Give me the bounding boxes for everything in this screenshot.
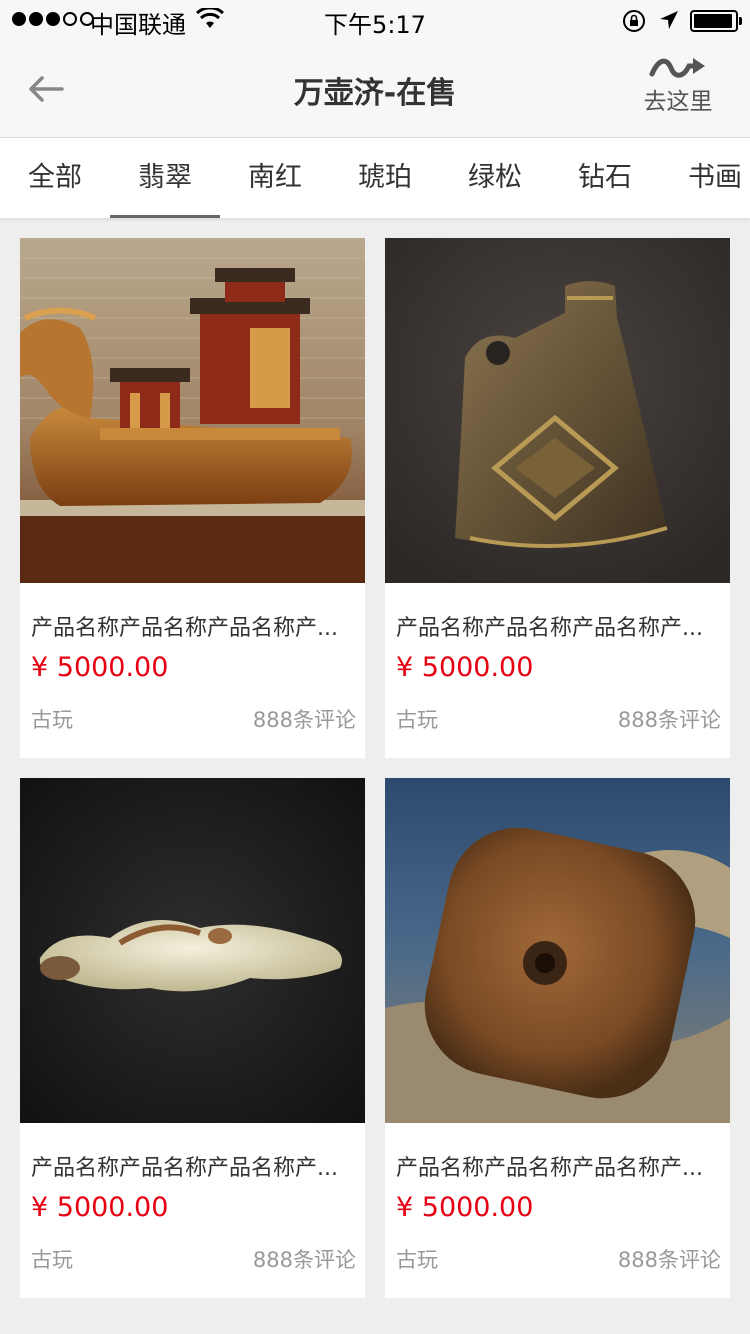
tab-jadeite[interactable]: 翡翠 [110, 138, 220, 218]
product-name: 产品名称产品名称产品名称产... [31, 1156, 338, 1181]
product-image-jade-disc [385, 778, 730, 1123]
location-arrow-icon [660, 11, 678, 29]
tab-amber[interactable]: 琥珀 [330, 138, 440, 218]
product-name: 产品名称产品名称产品名称产... [396, 616, 703, 641]
product-card[interactable]: 产品名称产品名称产品名称产... ¥ 5000.00 古玩 888条评论 [385, 778, 730, 1298]
product-category: 古玩 [396, 708, 438, 732]
product-image-bronze-flask [385, 238, 730, 583]
product-image-white-jade-bird [20, 778, 365, 1123]
navigation-bar: 万壶济-在售 去这里 [0, 40, 750, 138]
category-tabs: 全部 翡翠 南红 琥珀 绿松 钻石 书画 [0, 138, 750, 218]
product-comment-count: 888条评论 [252, 708, 356, 732]
tab-turquoise[interactable]: 绿松 [440, 138, 550, 218]
battery-icon [690, 10, 742, 32]
tab-diamond[interactable]: 钻石 [550, 138, 660, 218]
rotation-lock-icon [623, 10, 645, 32]
product-name: 产品名称产品名称产品名称产... [31, 616, 338, 641]
product-comment-count: 888条评论 [617, 708, 721, 732]
product-card[interactable]: 产品名称产品名称产品名称产... ¥ 5000.00 古玩 888条评论 [20, 238, 365, 758]
tab-calligraphy-painting[interactable]: 书画 [660, 138, 750, 218]
product-category: 古玩 [396, 1248, 438, 1272]
product-category: 古玩 [31, 708, 73, 732]
tab-all[interactable]: 全部 [0, 138, 110, 218]
route-icon [649, 58, 705, 78]
product-price: ¥ 5000.00 [31, 652, 169, 683]
product-image-dragon-boat [20, 238, 365, 583]
product-card[interactable]: 产品名称产品名称产品名称产... ¥ 5000.00 古玩 888条评论 [20, 778, 365, 1298]
product-price: ¥ 5000.00 [31, 1192, 169, 1223]
product-comment-count: 888条评论 [617, 1248, 721, 1272]
product-category: 古玩 [31, 1248, 73, 1272]
product-card[interactable]: 产品名称产品名称产品名称产... ¥ 5000.00 古玩 888条评论 [385, 238, 730, 758]
product-price: ¥ 5000.00 [396, 652, 534, 683]
product-comment-count: 888条评论 [252, 1248, 356, 1272]
go-here-label: 去这里 [643, 89, 713, 115]
tab-south-red-agate[interactable]: 南红 [220, 138, 330, 218]
product-name: 产品名称产品名称产品名称产... [396, 1156, 703, 1181]
go-here-button[interactable]: 去这里 [630, 54, 726, 126]
status-bar: 中国联通 下午5:17 [0, 0, 750, 40]
product-price: ¥ 5000.00 [396, 1192, 534, 1223]
